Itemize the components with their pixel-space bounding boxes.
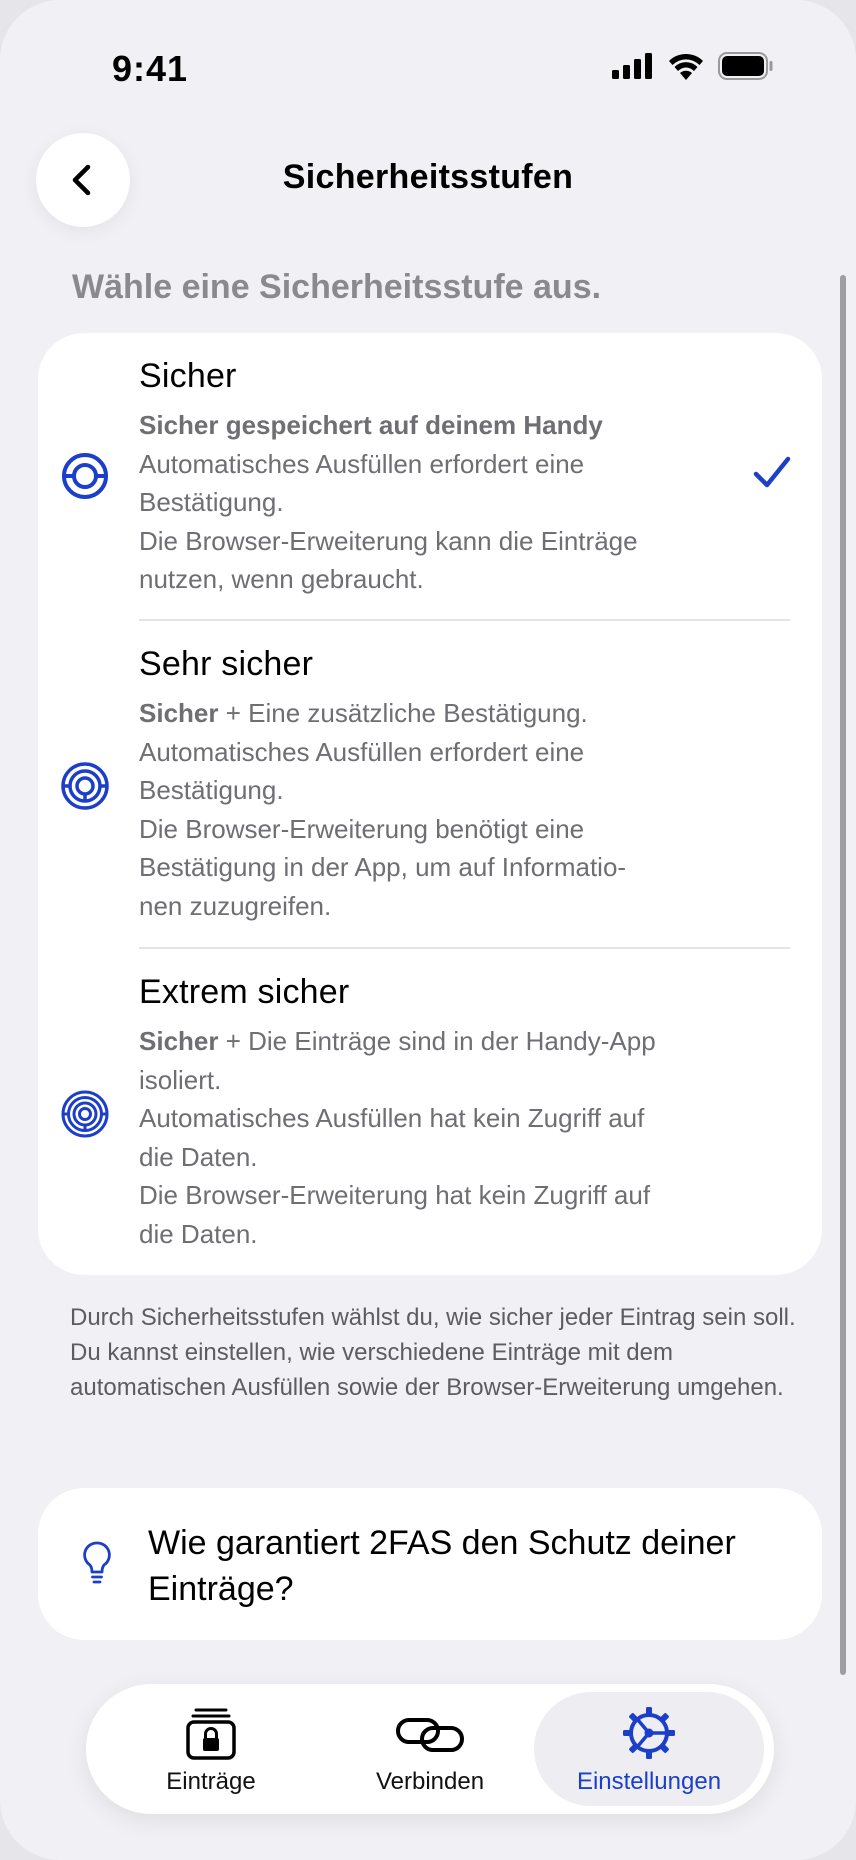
footnote-text: Durch Sicherheitsstufen wählst du, wie s… (70, 1304, 796, 1401)
status-time: 9:41 (112, 48, 189, 89)
page-title: Sicherheitsstufen (282, 158, 574, 196)
level-title: Sicher (139, 357, 237, 395)
status-icons (612, 52, 774, 80)
tab-einstellungen[interactable]: Einstellungen (534, 1692, 764, 1806)
gear-icon (623, 1707, 675, 1759)
phone-screen: 9:41 Sicherheitsstufen Wähle eine Sicher… (0, 0, 856, 1860)
tab-bar: Einträge Verbinden Einstellungen (86, 1684, 774, 1814)
wifi-icon (669, 53, 703, 80)
security-level-option-sehr-sicher[interactable]: Sehr sicher Sicher + Eine zusätzliche Be… (38, 621, 822, 947)
level-description: Sicher + Eine zusätzliche Bestätigung. A… (139, 698, 627, 921)
shield-ring-2-icon (61, 762, 109, 810)
security-levels-card: Sicher Sicher gespeichert auf deinem Han… (38, 333, 822, 1275)
section-header: Wähle eine Sicherheitsstufe aus. (72, 268, 602, 306)
tab-label: Einträge (166, 1768, 256, 1795)
checkmark-icon (753, 456, 791, 488)
info-link-text: Wie garantiert 2FAS den Schutz deiner Ei… (148, 1524, 736, 1608)
level-text: Sehr sicher Sicher + Eine zusätzliche Be… (139, 645, 739, 925)
security-level-option-extrem-sicher[interactable]: Extrem sicher Sicher + Die Einträge sind… (38, 949, 822, 1275)
info-link-card[interactable]: Wie garantiert 2FAS den Schutz deiner Ei… (38, 1488, 822, 1640)
shield-ring-3-icon (61, 1090, 109, 1138)
shield-ring-1-icon (62, 453, 108, 499)
level-text: Extrem sicher Sicher + Die Einträge sind… (139, 973, 739, 1253)
lightbulb-icon (83, 1541, 111, 1584)
tab-label: Verbinden (375, 1768, 485, 1795)
link-icon (396, 1718, 464, 1752)
level-title: Extrem sicher (139, 973, 350, 1011)
security-level-option-sicher[interactable]: Sicher Sicher gespeichert auf deinem Han… (38, 333, 822, 619)
status-bar: 9:41 (0, 0, 856, 140)
level-description: Sicher gespeichert auf deinem Handy Auto… (139, 410, 638, 594)
scroll-indicator[interactable] (840, 275, 846, 1675)
level-description: Sicher + Die Einträge sind in der Handy-… (139, 1026, 656, 1249)
level-title: Sehr sicher (139, 645, 314, 683)
level-text: Sicher Sicher gespeichert auf deinem Han… (139, 357, 739, 599)
battery-icon (718, 52, 773, 80)
cellular-signal-icon (612, 53, 652, 79)
tab-verbinden[interactable]: Verbinden (315, 1692, 545, 1806)
tab-label: Einstellungen (576, 1768, 722, 1795)
vault-lock-icon (186, 1708, 236, 1760)
tab-eintraege[interactable]: Einträge (96, 1692, 326, 1806)
